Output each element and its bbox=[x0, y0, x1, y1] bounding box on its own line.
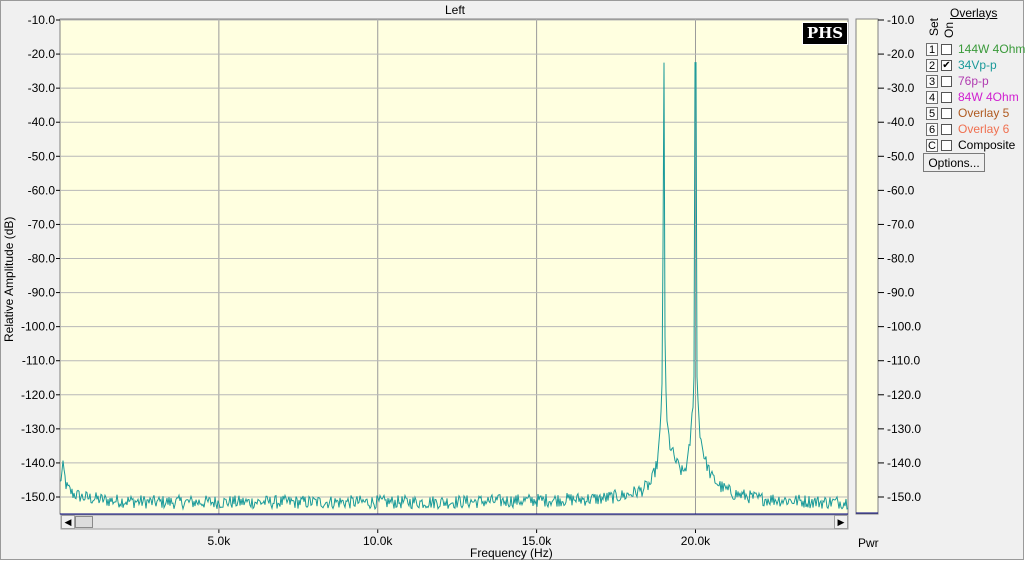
overlay-set-button[interactable]: 4 bbox=[926, 90, 938, 104]
plot-area bbox=[59, 18, 849, 515]
overlay-set-button[interactable]: 6 bbox=[926, 122, 938, 136]
scroll-right-button[interactable]: ▶ bbox=[834, 515, 848, 529]
x-tick-labels: 5.0k 10.0k 15.0k 20.0k bbox=[208, 529, 711, 548]
overlay-checkbox[interactable] bbox=[941, 139, 952, 151]
overlay-set-button[interactable]: 3 bbox=[926, 74, 938, 88]
overlay-row-1: 1 144W 4Ohm bbox=[926, 42, 1025, 56]
overlays-title[interactable]: Overlays bbox=[950, 6, 997, 20]
arrow-left-icon: ◀ bbox=[64, 517, 72, 527]
y-tick-label: -90.0 bbox=[28, 286, 56, 300]
right-y-tick-label: -30.0 bbox=[887, 81, 915, 95]
x-tick-label: 10.0k bbox=[363, 534, 393, 548]
overlay-row-6: 6 Overlay 6 bbox=[926, 122, 1009, 136]
overlay-row-5: 5 Overlay 5 bbox=[926, 106, 1009, 120]
overlay-checkbox[interactable] bbox=[941, 75, 952, 87]
y-axis-title: Relative Amplitude (dB) bbox=[2, 216, 16, 342]
x-axis-title: Frequency (Hz) bbox=[470, 546, 553, 560]
right-y-tick-label: -50.0 bbox=[887, 149, 915, 163]
y-tick-label: -50.0 bbox=[28, 149, 56, 163]
on-column-label: On bbox=[942, 21, 956, 38]
y-tick-label: -10.0 bbox=[28, 13, 56, 27]
scroll-left-button[interactable]: ◀ bbox=[61, 515, 75, 529]
y-tick-label: -150.0 bbox=[21, 490, 55, 504]
overlay-row-3: 3 76p-p bbox=[926, 74, 989, 88]
overlay-row-4: 4 84W 4Ohm bbox=[926, 90, 1019, 104]
overlay-label: Overlay 6 bbox=[958, 122, 1010, 136]
y-tick-labels: -10.0 -20.0 -30.0 -40.0 -50.0 -60.0 -70.0 -80.0… bbox=[21, 13, 60, 504]
y-tick-label: -130.0 bbox=[21, 422, 55, 436]
y-tick-label: -30.0 bbox=[28, 81, 56, 95]
right-y-tick-label: -120.0 bbox=[887, 388, 921, 402]
spectrum-chart: -10.0 -20.0 -30.0 -40.0 -50.0 -60.0 -70.0 -80.0… bbox=[21, 13, 921, 548]
overlay-label: 76p-p bbox=[958, 74, 989, 88]
right-y-tick-label: -60.0 bbox=[887, 183, 915, 197]
y-tick-label: -140.0 bbox=[21, 456, 55, 470]
x-scrollbar[interactable] bbox=[60, 514, 849, 530]
scroll-thumb[interactable] bbox=[75, 516, 93, 528]
right-y-tick-label: -100.0 bbox=[887, 320, 921, 334]
phs-logo: PHS bbox=[802, 22, 848, 45]
chart-title: Left bbox=[445, 3, 466, 17]
y-tick-label: -20.0 bbox=[28, 47, 56, 61]
overlay-checkbox[interactable]: ✔ bbox=[941, 59, 952, 71]
overlay-set-button[interactable]: C bbox=[926, 138, 938, 152]
options-button[interactable]: Options... bbox=[923, 153, 985, 172]
x-tick-label: 20.0k bbox=[681, 534, 711, 548]
arrow-right-icon: ▶ bbox=[837, 517, 845, 527]
y-tick-label: -110.0 bbox=[22, 354, 55, 368]
set-column-label: Set bbox=[927, 17, 941, 36]
overlay-set-button[interactable]: 1 bbox=[926, 42, 938, 56]
right-y-tick-label: -80.0 bbox=[887, 252, 915, 266]
x-tick-label: 5.0k bbox=[208, 534, 232, 548]
overlay-label: 84W 4Ohm bbox=[958, 90, 1019, 104]
y-tick-label: -120.0 bbox=[21, 388, 55, 402]
overlay-label: Composite bbox=[958, 138, 1016, 152]
overlay-set-button[interactable]: 5 bbox=[926, 106, 938, 120]
right-y-tick-label: -90.0 bbox=[887, 286, 915, 300]
right-y-tick-label: -140.0 bbox=[887, 456, 921, 470]
right-y-tick-label: -10.0 bbox=[887, 13, 915, 27]
y-tick-label: -40.0 bbox=[28, 115, 56, 129]
right-y-tick-labels: -10.0 -20.0 -30.0 -40.0 -50.0 -60.0 -70.0 -80.0… bbox=[878, 13, 921, 504]
right-y-tick-label: -20.0 bbox=[887, 47, 915, 61]
right-y-tick-label: -130.0 bbox=[887, 422, 921, 436]
y-tick-label: -100.0 bbox=[21, 320, 55, 334]
overlay-checkbox[interactable] bbox=[941, 123, 952, 135]
right-y-tick-label: -40.0 bbox=[887, 115, 915, 129]
overlay-checkbox[interactable] bbox=[941, 107, 952, 119]
overlay-row-2: 2 ✔ 34Vp-p bbox=[926, 58, 997, 72]
overlay-label: 34Vp-p bbox=[958, 58, 997, 72]
right-y-tick-label: -110.0 bbox=[887, 354, 920, 368]
right-y-tick-label: -70.0 bbox=[887, 217, 915, 231]
overlay-label: Overlay 5 bbox=[958, 106, 1010, 120]
y-tick-label: -60.0 bbox=[28, 183, 56, 197]
overlay-label: 144W 4Ohm bbox=[958, 42, 1026, 56]
overlay-set-button[interactable]: 2 bbox=[926, 58, 938, 72]
y-tick-label: -80.0 bbox=[28, 252, 56, 266]
right-axis-panel bbox=[855, 18, 879, 515]
overlay-row-C: C Composite bbox=[926, 138, 1015, 152]
y-tick-label: -70.0 bbox=[28, 217, 56, 231]
overlay-checkbox[interactable] bbox=[941, 91, 952, 103]
right-y-tick-label: -150.0 bbox=[887, 490, 921, 504]
overlay-checkbox[interactable] bbox=[941, 43, 952, 55]
right-axis-label: Pwr bbox=[858, 536, 879, 550]
